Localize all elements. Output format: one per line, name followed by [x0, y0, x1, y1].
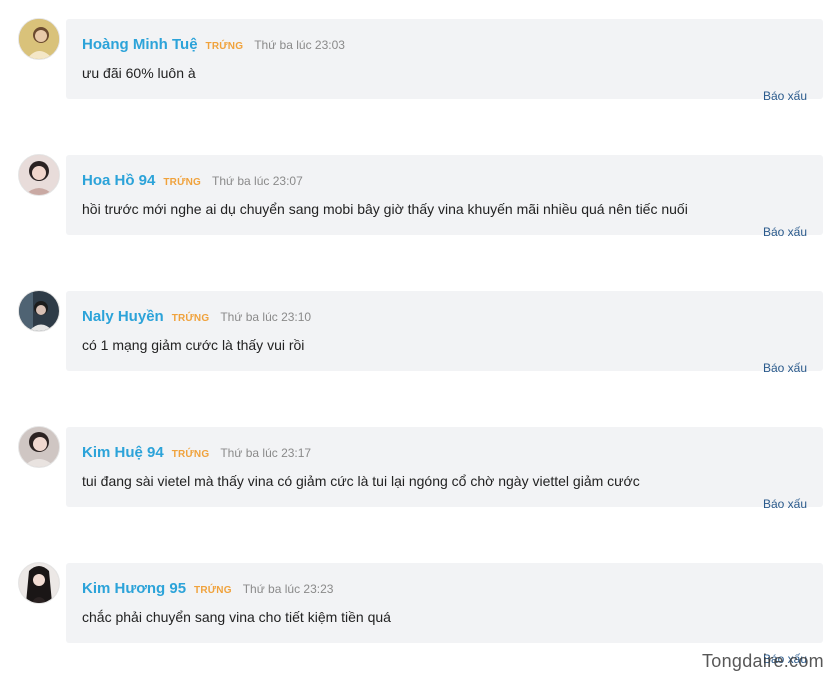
comment-text: có 1 mạng giảm cước là thấy vui rồi — [82, 337, 305, 353]
avatar[interactable] — [18, 290, 60, 332]
user-avatar-icon — [19, 427, 59, 467]
report-link[interactable]: Báo xấu — [763, 361, 807, 375]
user-avatar-icon — [19, 563, 59, 603]
comment-meta: Naly Huyền TRỨNG Thứ ba lúc 23:10 — [82, 308, 311, 325]
comment-bubble: Naly Huyền TRỨNG Thứ ba lúc 23:10 có 1 m… — [66, 291, 823, 371]
comment-timestamp[interactable]: Thứ ba lúc 23:23 — [243, 582, 334, 596]
comment-item: Kim Huệ 94 TRỨNG Thứ ba lúc 23:17 tui đa… — [0, 408, 839, 544]
avatar[interactable] — [18, 154, 60, 196]
comment-bubble: Hoa Hồ 94 TRỨNG Thứ ba lúc 23:07 hồi trư… — [66, 155, 823, 235]
comment-meta: Kim Hương 95 TRỨNG Thứ ba lúc 23:23 — [82, 580, 333, 597]
comment-item: Naly Huyền TRỨNG Thứ ba lúc 23:10 có 1 m… — [0, 272, 839, 408]
author-name[interactable]: Kim Huệ 94 — [82, 444, 164, 461]
comment-meta: Kim Huệ 94 TRỨNG Thứ ba lúc 23:17 — [82, 444, 311, 461]
comment-timestamp[interactable]: Thứ ba lúc 23:10 — [220, 310, 311, 324]
avatar[interactable] — [18, 18, 60, 60]
author-name[interactable]: Kim Hương 95 — [82, 580, 186, 597]
comment-text: ưu đãi 60% luôn à — [82, 65, 196, 81]
comment-timestamp[interactable]: Thứ ba lúc 23:17 — [220, 446, 311, 460]
rank-badge: TRỨNG — [171, 313, 210, 324]
rank-badge: TRỨNG — [205, 41, 244, 52]
comment-meta: Hoàng Minh Tuệ TRỨNG Thứ ba lúc 23:03 — [82, 36, 345, 53]
rank-badge: TRỨNG — [163, 177, 201, 188]
report-link[interactable]: Báo xấu — [763, 225, 807, 239]
user-avatar-icon — [19, 19, 59, 59]
comment-bubble: Kim Huệ 94 TRỨNG Thứ ba lúc 23:17 tui đa… — [66, 427, 823, 507]
report-link[interactable]: Báo xấu — [763, 89, 807, 103]
avatar[interactable] — [18, 562, 60, 604]
comment-bubble: Kim Hương 95 TRỨNG Thứ ba lúc 23:23 chắc… — [66, 563, 823, 643]
comment-bubble: Hoàng Minh Tuệ TRỨNG Thứ ba lúc 23:03 ưu… — [66, 19, 823, 99]
comment-timestamp[interactable]: Thứ ba lúc 23:07 — [212, 174, 303, 188]
author-name[interactable]: Naly Huyền — [82, 308, 164, 325]
comment-item: Hoa Hồ 94 TRỨNG Thứ ba lúc 23:07 hồi trư… — [0, 136, 839, 272]
comment-item: Hoàng Minh Tuệ TRỨNG Thứ ba lúc 23:03 ưu… — [0, 0, 839, 136]
report-link[interactable]: Báo xấu — [763, 497, 807, 511]
comment-text: tui đang sài vietel mà thấy vina có giảm… — [82, 473, 640, 489]
author-name[interactable]: Hoàng Minh Tuệ — [82, 36, 198, 53]
rank-badge: TRỨNG — [171, 449, 210, 460]
user-avatar-icon — [19, 291, 59, 331]
comment-meta: Hoa Hồ 94 TRỨNG Thứ ba lúc 23:07 — [82, 172, 303, 189]
avatar[interactable] — [18, 426, 60, 468]
rank-badge: TRỨNG — [194, 585, 232, 596]
watermark: Tongdaire.com — [702, 651, 824, 671]
user-avatar-icon — [19, 155, 59, 195]
comment-text: chắc phải chuyển sang vina cho tiết kiệm… — [82, 609, 391, 625]
comment-text: hồi trước mới nghe ai dụ chuyển sang mob… — [82, 201, 688, 217]
author-name[interactable]: Hoa Hồ 94 — [82, 172, 155, 189]
comment-timestamp[interactable]: Thứ ba lúc 23:03 — [254, 38, 345, 52]
